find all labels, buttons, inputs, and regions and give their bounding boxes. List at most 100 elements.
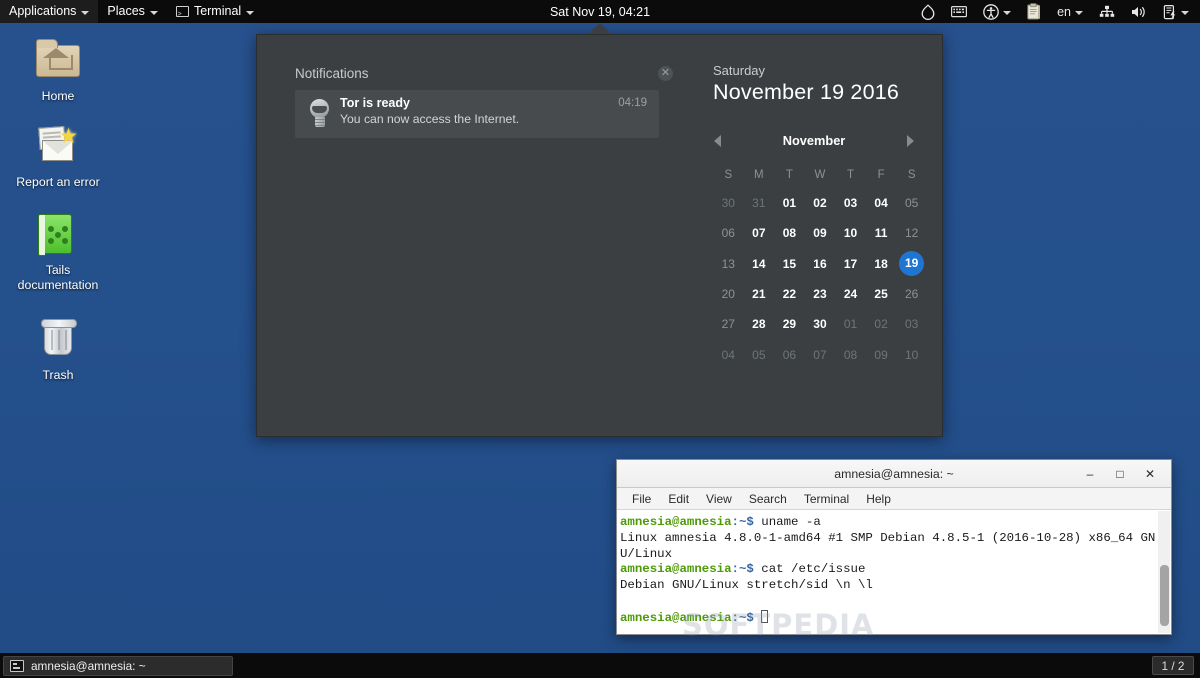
onscreen-keyboard-icon: [951, 5, 967, 18]
calendar-day[interactable]: 08: [774, 218, 805, 248]
menu-applications[interactable]: Applications: [0, 0, 98, 23]
chevron-left-icon[interactable]: [714, 135, 721, 147]
language-button[interactable]: en: [1050, 0, 1090, 23]
calendar-week-row: 06070809101112: [713, 218, 927, 248]
desktop-icon-home[interactable]: Home: [10, 36, 106, 104]
calendar-day[interactable]: 06: [713, 218, 744, 248]
calendar-day[interactable]: 26: [896, 279, 927, 309]
calendar-day-today[interactable]: 19: [896, 249, 927, 279]
calendar-day[interactable]: 13: [713, 249, 744, 279]
desktop-icon-trash[interactable]: Trash: [10, 315, 106, 383]
menu-terminal-window[interactable]: Terminal: [167, 0, 263, 23]
clipboard-icon: [1027, 3, 1041, 20]
calendar-day[interactable]: 05: [896, 188, 927, 218]
notification-item[interactable]: Tor is ready You can now access the Inte…: [295, 90, 659, 138]
calendar-day[interactable]: 03: [835, 188, 866, 218]
maximize-button[interactable]: □: [1105, 460, 1135, 488]
terminal-output[interactable]: amnesia@amnesia:~$ uname -aLinux amnesia…: [617, 511, 1171, 634]
calendar-day[interactable]: 21: [744, 279, 775, 309]
minimize-button[interactable]: –: [1075, 460, 1105, 488]
clipboard-button[interactable]: [1020, 0, 1048, 23]
calendar-day[interactable]: 01: [835, 309, 866, 339]
window-controls: – □ ✕: [1075, 460, 1165, 488]
calendar-day[interactable]: 03: [896, 309, 927, 339]
calendar-day[interactable]: 31: [744, 188, 775, 218]
scrollbar-thumb[interactable]: [1160, 565, 1169, 626]
desktop-icon-report-error[interactable]: ★ Report an error: [10, 122, 106, 190]
calendar-day[interactable]: 10: [896, 339, 927, 369]
calendar-day[interactable]: 25: [866, 279, 897, 309]
calendar-day[interactable]: 04: [713, 339, 744, 369]
chevron-right-icon[interactable]: [907, 135, 914, 147]
terminal-line: amnesia@amnesia:~$ uname -a: [620, 515, 1169, 531]
tor-status-button[interactable]: [914, 0, 942, 23]
workspace-switcher[interactable]: 1 / 2: [1152, 656, 1194, 675]
calendar-day[interactable]: 11: [866, 218, 897, 248]
calendar-day[interactable]: 29: [774, 309, 805, 339]
calendar-notification-popup: Notifications ✕ Tor is ready You can now…: [256, 34, 943, 437]
calendar-day[interactable]: 30: [713, 188, 744, 218]
terminal-icon: [176, 6, 189, 17]
calendar-day[interactable]: 08: [835, 339, 866, 369]
calendar-weekday-header: S: [713, 162, 744, 188]
calendar-day[interactable]: 09: [805, 218, 836, 248]
chevron-down-icon: [1003, 11, 1011, 15]
calendar-day[interactable]: 12: [896, 218, 927, 248]
trash-icon: [34, 315, 82, 363]
desktop-icon-tails-documentation[interactable]: Tails documentation: [10, 210, 106, 292]
language-label: en: [1057, 5, 1071, 19]
calendar-day[interactable]: 10: [835, 218, 866, 248]
calendar-column: Saturday November 19 2016 November SMTWT…: [697, 35, 942, 436]
calendar-day[interactable]: 24: [835, 279, 866, 309]
terminal-line: amnesia@amnesia:~$: [620, 610, 1169, 627]
menu-search[interactable]: Search: [742, 490, 794, 508]
calendar-day[interactable]: 05: [744, 339, 775, 369]
close-button[interactable]: ✕: [1135, 460, 1165, 488]
accessibility-button[interactable]: [976, 0, 1018, 23]
network-button[interactable]: [1092, 0, 1122, 23]
clock-label[interactable]: Sat Nov 19, 04:21: [550, 5, 650, 19]
calendar-day[interactable]: 27: [713, 309, 744, 339]
calendar-day[interactable]: 16: [805, 249, 836, 279]
calendar-day[interactable]: 30: [805, 309, 836, 339]
calendar-day[interactable]: 06: [774, 339, 805, 369]
calendar-day[interactable]: 20: [713, 279, 744, 309]
close-circle-icon[interactable]: ✕: [658, 66, 673, 81]
power-button[interactable]: [1156, 0, 1196, 23]
calendar-grid: SMTWTFS 30310102030405060708091011121314…: [713, 162, 927, 370]
calendar-day[interactable]: 02: [805, 188, 836, 218]
calendar-week-row: 30310102030405: [713, 188, 927, 218]
calendar-day[interactable]: 02: [866, 309, 897, 339]
calendar-weekday-header: S: [896, 162, 927, 188]
calendar-weekday-header: T: [835, 162, 866, 188]
notification-time: 04:19: [618, 97, 647, 109]
menu-file[interactable]: File: [625, 490, 658, 508]
notifications-title: Notifications: [295, 66, 369, 81]
menu-view[interactable]: View: [699, 490, 739, 508]
terminal-window[interactable]: amnesia@amnesia: ~ – □ ✕ File Edit View …: [616, 459, 1172, 635]
terminal-scrollbar[interactable]: [1158, 511, 1170, 633]
calendar-day[interactable]: 07: [744, 218, 775, 248]
volume-button[interactable]: [1124, 0, 1154, 23]
menu-terminal[interactable]: Terminal: [797, 490, 856, 508]
calendar-day[interactable]: 23: [805, 279, 836, 309]
battery-icon: [1163, 4, 1177, 20]
taskbar-item-terminal[interactable]: amnesia@amnesia: ~: [3, 656, 233, 676]
calendar-day[interactable]: 28: [744, 309, 775, 339]
menu-help[interactable]: Help: [859, 490, 898, 508]
calendar-day[interactable]: 22: [774, 279, 805, 309]
calendar-day[interactable]: 01: [774, 188, 805, 218]
terminal-titlebar[interactable]: amnesia@amnesia: ~ – □ ✕: [617, 460, 1171, 488]
calendar-day[interactable]: 15: [774, 249, 805, 279]
menu-places[interactable]: Places: [98, 0, 167, 23]
calendar-day[interactable]: 17: [835, 249, 866, 279]
calendar-day[interactable]: 04: [866, 188, 897, 218]
universal-access-icon: [983, 4, 999, 20]
onscreen-keyboard-button[interactable]: [944, 0, 974, 23]
menu-edit[interactable]: Edit: [661, 490, 696, 508]
calendar-day[interactable]: 09: [866, 339, 897, 369]
terminal-prompt-user: amnesia@amnesia: [620, 562, 732, 576]
calendar-day[interactable]: 18: [866, 249, 897, 279]
calendar-day[interactable]: 14: [744, 249, 775, 279]
calendar-day[interactable]: 07: [805, 339, 836, 369]
